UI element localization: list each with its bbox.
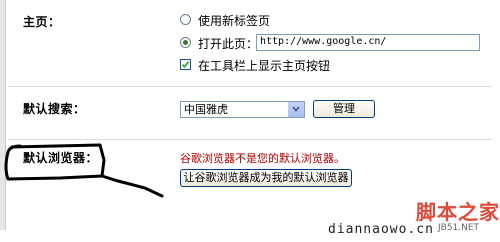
jb51-logo-text: 脚本之家	[416, 200, 500, 224]
default-browser-status: 谷歌浏览器不是您的默认浏览器。	[180, 152, 345, 165]
search-engine-value: 中国雅虎	[184, 103, 228, 116]
homepage-url-input[interactable]: http://www.google.cn/	[256, 34, 480, 51]
show-home-button-label: 在工具栏上显示主页按钮	[198, 59, 331, 73]
hand-drawn-circle-annotation	[4, 143, 164, 198]
search-label: 默认搜索：	[23, 102, 86, 116]
show-home-button-checkbox[interactable]	[180, 59, 191, 70]
jb51-logo-sub: JB51.NET	[438, 223, 480, 233]
new-tab-label: 使用新标签页	[198, 14, 271, 28]
homepage-label: 主页：	[23, 15, 61, 29]
check-icon	[181, 61, 190, 69]
manage-search-button[interactable]: 管理	[313, 100, 375, 118]
search-engine-select[interactable]: 中国雅虎	[180, 101, 305, 118]
radio-open-page[interactable]	[180, 37, 191, 48]
radio-new-tab[interactable]	[180, 14, 191, 25]
divider	[8, 86, 492, 87]
set-default-browser-button[interactable]: 让谷歌浏览器成为我的默认浏览器	[180, 169, 352, 187]
chevron-down-icon	[288, 102, 304, 117]
open-page-label: 打开此页：	[198, 37, 259, 51]
